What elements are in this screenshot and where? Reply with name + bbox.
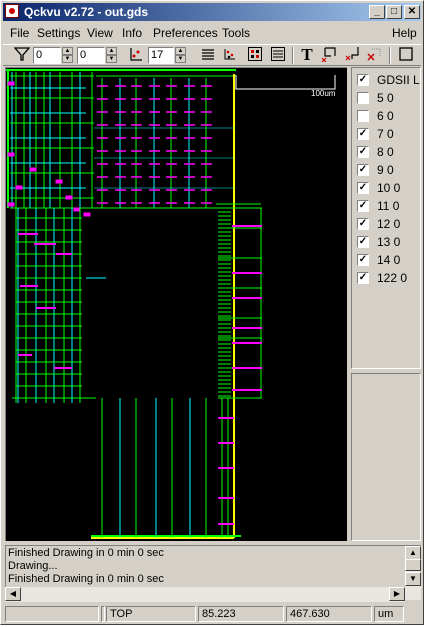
menu-preferences[interactable]: Preferences bbox=[153, 26, 218, 40]
status-cell: TOP bbox=[106, 606, 196, 622]
layout-shape bbox=[7, 152, 15, 157]
menu-bar: File Settings View Info Preferences Tool… bbox=[3, 23, 421, 42]
log-line: Finished Drawing in 0 min 0 sec bbox=[8, 547, 164, 559]
layout-shape bbox=[29, 167, 37, 172]
layer-label: 6 0 bbox=[377, 109, 394, 123]
scroll-left-button[interactable]: ◀ bbox=[5, 587, 21, 601]
filter-min-spinner[interactable]: ▲ ▼ bbox=[62, 47, 73, 64]
log-line: Finished Drawing in 0 min 0 sec bbox=[8, 573, 164, 585]
log-line: Drawing... bbox=[8, 560, 58, 572]
layout-shape bbox=[65, 195, 73, 200]
layer-checkbox[interactable] bbox=[357, 110, 369, 122]
maximize-button[interactable]: □ bbox=[386, 5, 402, 19]
layer-checkbox[interactable]: ✓ bbox=[357, 128, 369, 140]
layer-checkbox[interactable]: ✓ bbox=[357, 164, 369, 176]
layer-checkbox[interactable]: ✓ bbox=[357, 182, 369, 194]
menu-info[interactable]: Info bbox=[122, 26, 142, 40]
menu-file[interactable]: File bbox=[10, 26, 29, 40]
grid-dots-icon[interactable] bbox=[221, 46, 239, 64]
layer-checkbox[interactable]: ✓ bbox=[357, 146, 369, 158]
depth-spinner[interactable]: ▲ ▼ bbox=[175, 47, 186, 64]
layer-label: 122 0 bbox=[377, 271, 408, 285]
filter-max-spinner[interactable]: ▲ ▼ bbox=[106, 47, 117, 64]
filter-min-input[interactable]: 0 bbox=[33, 47, 61, 64]
status-x-coordinate: 85.223 bbox=[198, 606, 284, 622]
filter-icon[interactable] bbox=[13, 46, 31, 64]
text-tool-icon[interactable]: T bbox=[298, 46, 316, 64]
hierarchy-depth-icon[interactable] bbox=[127, 46, 145, 64]
toolbar-separator bbox=[389, 47, 391, 64]
status-divider bbox=[101, 606, 105, 622]
menu-view[interactable]: View bbox=[87, 26, 113, 40]
status-y-coordinate: 467.630 bbox=[286, 606, 372, 622]
layer-label: 12 0 bbox=[377, 217, 401, 231]
layer-checkbox[interactable]: ✓ bbox=[357, 254, 369, 266]
status-message bbox=[5, 606, 99, 622]
depth-input[interactable]: 17 bbox=[148, 47, 174, 64]
scale-bar bbox=[235, 75, 336, 90]
layout-shape bbox=[7, 81, 15, 86]
layer-label: 11 0 bbox=[377, 199, 400, 213]
app-window: Qckvu v2.72 - out.gds _ □ ✕ File Setting… bbox=[0, 0, 424, 625]
menu-settings[interactable]: Settings bbox=[37, 26, 80, 40]
layer-label: 5 0 bbox=[377, 91, 394, 105]
layer-list-panel: ✓ GDSII La 5 0 6 0 ✓ 7 0 ✓ 8 0 ✓ 9 0 ✓ 10 0 ✓ 11 0 ✓… bbox=[351, 67, 421, 369]
zoom-box-icon[interactable] bbox=[320, 46, 338, 64]
toolbar: 0 ▲ ▼ 0 ▲ ▼ 17 ▲ ▼ T bbox=[3, 44, 421, 66]
layers-stack-icon[interactable] bbox=[199, 46, 217, 64]
window-title: Qckvu v2.72 - out.gds bbox=[24, 5, 149, 19]
layout-shape bbox=[15, 185, 23, 190]
scroll-right-button[interactable]: ▶ bbox=[389, 587, 405, 601]
cell-list-panel bbox=[351, 373, 421, 541]
list-lines-icon[interactable] bbox=[269, 46, 287, 64]
layer-label: 14 0 bbox=[377, 253, 401, 267]
layer-label: 9 0 bbox=[377, 163, 394, 177]
layer-label: 7 0 bbox=[377, 127, 394, 141]
toolbar-separator bbox=[292, 47, 294, 64]
app-icon bbox=[5, 4, 19, 18]
status-bar: TOP 85.223 467.630 um bbox=[3, 605, 421, 623]
status-unit: um bbox=[374, 606, 404, 622]
layer-label: 8 0 bbox=[377, 145, 394, 159]
layout-shape bbox=[73, 207, 81, 212]
scroll-down-button[interactable]: ▼ bbox=[405, 572, 421, 586]
title-bar[interactable]: Qckvu v2.72 - out.gds _ □ ✕ bbox=[3, 3, 421, 21]
layout-shape bbox=[7, 202, 15, 207]
layout-drawing: 100um bbox=[6, 69, 336, 539]
layer-label: 10 0 bbox=[377, 181, 401, 195]
layer-label: 13 0 bbox=[377, 235, 401, 249]
scroll-up-button[interactable]: ▲ bbox=[405, 546, 421, 560]
log-horizontal-scrollbar[interactable]: ◀ ▶ bbox=[5, 587, 405, 602]
zoom-point-icon[interactable] bbox=[343, 46, 361, 64]
scale-label: 100um bbox=[311, 89, 336, 98]
layer-checkbox[interactable] bbox=[357, 92, 369, 104]
scroll-thumb[interactable] bbox=[405, 559, 421, 571]
layout-shape bbox=[83, 212, 91, 217]
layout-shape bbox=[55, 179, 63, 184]
layout-canvas[interactable]: 100um bbox=[5, 67, 347, 541]
layer-checkbox[interactable]: ✓ bbox=[357, 200, 369, 212]
layer-checkbox[interactable]: ✓ bbox=[357, 272, 369, 284]
fit-window-icon[interactable] bbox=[397, 46, 415, 64]
layer-checkbox[interactable]: ✓ bbox=[357, 218, 369, 230]
layer-header-label: GDSII La bbox=[377, 73, 420, 87]
filter-max-input[interactable]: 0 bbox=[77, 47, 105, 64]
layer-checkbox[interactable]: ✓ bbox=[357, 236, 369, 248]
cell-boxes-icon[interactable] bbox=[246, 46, 264, 64]
log-vertical-scrollbar[interactable]: ▲ ▼ bbox=[405, 546, 421, 600]
menu-help[interactable]: Help bbox=[392, 26, 417, 40]
close-button[interactable]: ✕ bbox=[404, 5, 420, 19]
clear-markers-icon[interactable] bbox=[365, 46, 383, 64]
layer-header-checkbox[interactable]: ✓ bbox=[357, 74, 369, 86]
menu-tools[interactable]: Tools bbox=[222, 26, 250, 40]
minimize-button[interactable]: _ bbox=[369, 5, 385, 19]
